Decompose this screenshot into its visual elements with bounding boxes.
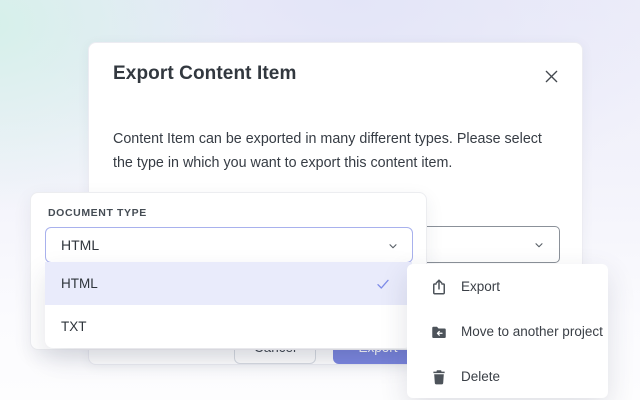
document-type-options: HTML TXT	[45, 262, 412, 348]
close-icon	[542, 67, 561, 86]
menu-item-delete[interactable]: Delete	[407, 354, 608, 398]
page-background: Export Content Item Content Item can be …	[0, 0, 640, 400]
trash-icon	[430, 368, 448, 386]
modal-description: Content Item can be exported in many dif…	[113, 127, 563, 175]
context-menu: Export Move to another project Delete	[407, 264, 608, 398]
menu-item-move[interactable]: Move to another project	[407, 309, 608, 354]
close-button[interactable]	[540, 65, 562, 87]
menu-item-export[interactable]: Export	[407, 264, 608, 309]
document-type-label: DOCUMENT TYPE	[48, 207, 147, 219]
option-label: HTML	[61, 276, 98, 291]
menu-item-label: Export	[461, 279, 500, 294]
check-icon	[375, 276, 391, 292]
document-type-combobox[interactable]: HTML	[45, 227, 413, 263]
chevron-down-icon	[533, 239, 545, 251]
combobox-value: HTML	[61, 237, 99, 253]
option-label: TXT	[61, 319, 87, 334]
menu-item-label: Delete	[461, 369, 500, 384]
modal-title: Export Content Item	[113, 63, 296, 85]
option-txt[interactable]: TXT	[45, 305, 412, 348]
share-icon	[430, 278, 448, 296]
option-html[interactable]: HTML	[45, 262, 412, 305]
menu-item-label: Move to another project	[461, 324, 603, 339]
chevron-down-icon	[387, 240, 399, 252]
folder-move-icon	[430, 323, 448, 341]
